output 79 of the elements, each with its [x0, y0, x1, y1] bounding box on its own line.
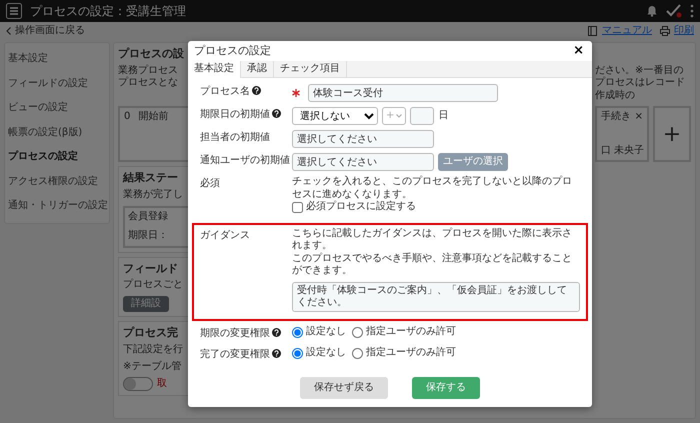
description-text: プロセスとな	[118, 77, 178, 90]
number-field[interactable]	[410, 107, 434, 126]
add-process-card[interactable]: +	[653, 106, 691, 162]
sidebar-item[interactable]: プロセスの設定	[5, 145, 80, 170]
description-text: ださい。※一番目のプロセスはレコード作成時の	[595, 64, 686, 102]
help-text: こちらに記載したガイダンスは、プロセスを開いた際に表示されます。	[292, 228, 573, 252]
save-button[interactable]: 保存する	[412, 376, 480, 399]
select-user-button[interactable]: ユーザの選択	[438, 153, 508, 172]
guidance-field[interactable]: 受付時「体験コースのご案内」、「仮会員証」をお渡ししてください。	[292, 282, 580, 312]
radio-label: 指定ユーザのみ許可	[366, 326, 456, 338]
dialog-tab[interactable]: 承認	[241, 60, 274, 78]
result-name: 会員登録	[128, 210, 168, 223]
sidebar-item[interactable]: アクセス権限の設定	[5, 170, 100, 194]
select-field[interactable]: 選択しない	[292, 107, 378, 126]
checkbox-label: 必須プロセスに設定する	[306, 201, 416, 214]
more-icon[interactable]	[690, 4, 694, 18]
section-text: 下記設定を行	[123, 344, 183, 356]
sidebar-item[interactable]: 通知・トリガーの設定	[5, 194, 110, 218]
field-label: 完了の変更権限	[200, 349, 270, 362]
dialog-tab[interactable]: 基本設定	[188, 60, 241, 78]
field-label: 担当者の初期値	[200, 132, 270, 145]
section-title: プロセス完	[123, 326, 178, 340]
app-title: プロセスの設定：受講生管理	[30, 4, 187, 18]
back-icon	[6, 27, 11, 35]
check-icon[interactable]	[666, 4, 682, 18]
toolbar-link[interactable]: 印刷	[674, 24, 694, 38]
dialog-tab[interactable]: チェック項目	[274, 60, 347, 78]
sidebar-item[interactable]: 基本設定	[5, 47, 50, 72]
sign-select[interactable]: +	[382, 107, 406, 126]
sidebar-item[interactable]: ビューの設定	[5, 96, 70, 120]
help-text: チェックを入れると、このプロセスを完了しないと以降のプロセスに進めなくなります。	[292, 176, 573, 200]
help-text: このプロセスでやるべき手順や、注意事項などを記載することができます。	[292, 252, 573, 278]
toggle-label: 取	[157, 378, 167, 390]
close-button[interactable]: ×	[571, 44, 586, 58]
radio-button[interactable]	[292, 348, 303, 359]
unit-label: 日	[438, 110, 448, 122]
sidebar-item[interactable]: 帳票の設定(β版)	[5, 120, 84, 145]
radio-button[interactable]	[292, 326, 303, 338]
field-label: ガイダンス	[200, 230, 250, 242]
bell-icon[interactable]	[646, 5, 658, 17]
text-field[interactable]: 選択してください	[292, 153, 434, 172]
field-label: 期限日の初期値	[200, 109, 270, 122]
dialog-title: プロセスの設定	[194, 44, 271, 58]
radio-label: 設定なし	[306, 347, 346, 360]
section-title: フィールド	[123, 262, 178, 276]
menu-icon[interactable]	[6, 3, 22, 19]
field-label: 期限の変更権限	[200, 328, 270, 340]
section-title: 結果ステー	[123, 171, 178, 185]
assignee-name: 口 未央子	[601, 144, 643, 158]
close-text[interactable]: ×	[634, 111, 643, 124]
field-label: プロセス名	[200, 86, 250, 99]
process-name: 手続き	[601, 111, 631, 124]
text-field[interactable]: 体験コース受付	[308, 84, 498, 102]
deadline-label: 期限日：	[128, 230, 168, 242]
radio-button[interactable]	[352, 348, 363, 359]
book-icon	[588, 26, 598, 36]
toggle-switch[interactable]	[123, 377, 153, 391]
detail-button[interactable]: 詳細設	[123, 296, 169, 312]
description-text: 業務プロセス	[118, 64, 178, 76]
page-heading: プロセスの設	[118, 47, 184, 61]
field-label: 必須	[200, 178, 220, 191]
process-name: 開始前	[138, 111, 168, 124]
printer-icon	[660, 26, 670, 36]
section-text: ※テーブル管	[123, 360, 182, 373]
caret-icon	[396, 114, 402, 118]
radio-button[interactable]	[352, 326, 363, 338]
text-field[interactable]: 選択してください	[292, 130, 434, 148]
plus-text: +	[662, 120, 682, 148]
sidebar-item[interactable]: フィールドの設定	[5, 72, 90, 96]
toolbar-link[interactable]: マニュアル	[602, 24, 652, 38]
radio-label: 設定なし	[306, 326, 346, 338]
field-label: 通知ユーザの初期値	[200, 155, 290, 168]
checkbox[interactable]	[292, 202, 303, 213]
section-text: 業務が完了し	[123, 189, 183, 202]
process-number: 0	[124, 111, 130, 124]
radio-label: 指定ユーザのみ許可	[366, 347, 456, 360]
cancel-button[interactable]: 保存せず戻る	[300, 376, 388, 399]
back-link[interactable]: 操作画面に戻る	[15, 24, 85, 38]
section-text: プロセスごと	[123, 279, 183, 292]
